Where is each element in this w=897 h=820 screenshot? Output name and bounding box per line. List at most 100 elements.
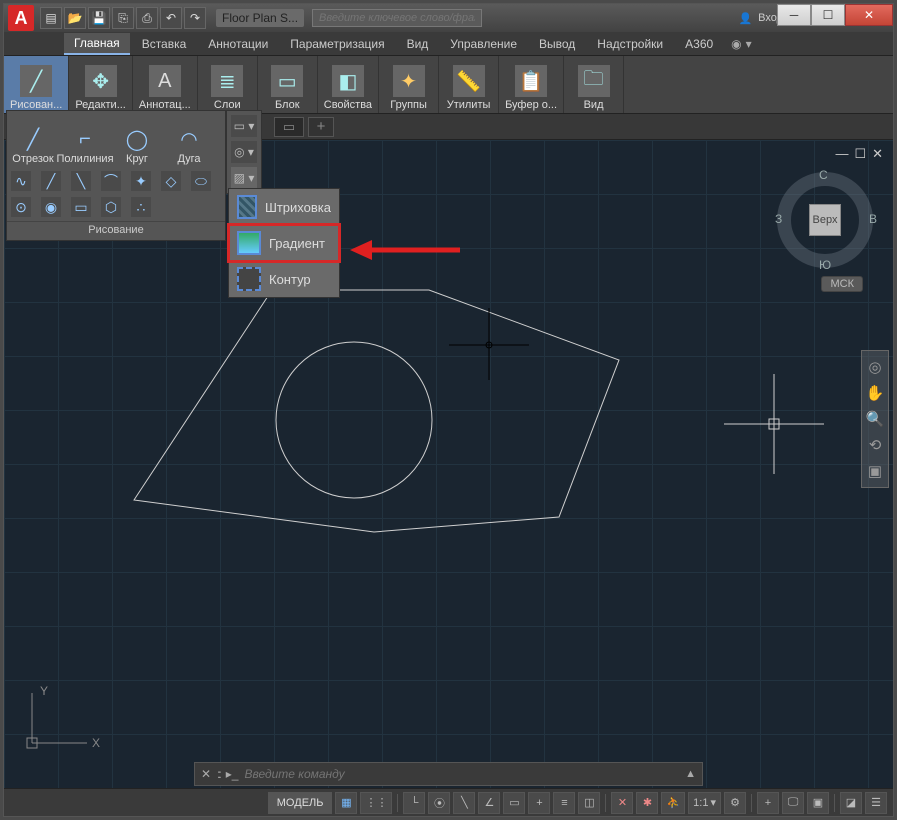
menu-gradient[interactable]: Градиент <box>229 225 339 261</box>
panel-annotate[interactable]: AАннотац... <box>133 56 198 113</box>
qat-saveas-icon[interactable]: ⎘ <box>112 7 134 29</box>
panel-properties[interactable]: ◧Свойства <box>318 56 379 113</box>
panel-clipboard[interactable]: 📋Буфер о... <box>499 56 564 113</box>
titlebar: A ▤ 📂 💾 ⎘ ⎙ ↶ ↷ Floor Plan S... 👤 Вход в… <box>4 4 893 32</box>
boundary-icon <box>237 267 261 291</box>
tool-small-9[interactable]: ◉ <box>41 197 61 217</box>
panel-groups[interactable]: ✦Группы <box>379 56 439 113</box>
tab-ext1-icon[interactable]: ◉ <box>731 37 741 51</box>
status-gear-icon[interactable]: ⚙ <box>724 792 746 814</box>
status-clean-icon[interactable]: ◪ <box>840 792 862 814</box>
status-scale-button[interactable]: 1:1 ▾ <box>688 792 721 814</box>
panel-modify[interactable]: ✥Редакти... <box>69 56 133 113</box>
status-polar-icon[interactable]: ⦿ <box>428 792 450 814</box>
tool-small-12[interactable]: ∴ <box>131 197 151 217</box>
gradient-icon <box>237 231 261 255</box>
status-dyn-icon[interactable]: + <box>528 792 550 814</box>
tab-addins[interactable]: Надстройки <box>587 34 673 54</box>
command-line[interactable]: ✕ :: ▸_ ▲ <box>194 762 703 786</box>
qat-plot-icon[interactable]: ⎙ <box>136 7 158 29</box>
side-rect-icon[interactable]: ▭ ▾ <box>231 115 257 137</box>
menu-hatch[interactable]: Штриховка <box>229 189 339 225</box>
ribbon: ╱Рисован... ✥Редакти... AАннотац... ≣Сло… <box>4 56 893 114</box>
status-human-icon[interactable]: ⛹ <box>661 792 685 814</box>
app-logo[interactable]: A <box>8 5 34 31</box>
doc-tab[interactable]: ▭ <box>274 117 304 137</box>
draw-side-column: ▭ ▾ ◎ ▾ ▨ ▾ <box>226 110 262 194</box>
tool-small-4[interactable]: ⌒ <box>101 171 121 191</box>
window-maximize-icon[interactable]: ☐ <box>811 4 845 26</box>
window-close-icon[interactable]: ✕ <box>845 4 893 26</box>
tab-output[interactable]: Вывод <box>529 34 585 54</box>
cmdline-close-icon[interactable]: ✕ <box>201 767 211 781</box>
status-sel-icon[interactable]: ✕ <box>611 792 633 814</box>
drawing-canvas[interactable]: — ☐ ✕ Верх С Ю В З МСК ◎ ✋ 🔍 ⟲ ▣ <box>4 140 893 816</box>
status-grid-icon[interactable]: ▦ <box>335 792 357 814</box>
status-model-button[interactable]: МОДЕЛЬ <box>268 792 333 814</box>
tool-small-3[interactable]: ╲ <box>71 171 91 191</box>
tab-parametric[interactable]: Параметризация <box>280 34 394 54</box>
status-gizmo-icon[interactable]: ✱ <box>636 792 658 814</box>
window-minimize-icon[interactable]: ─ <box>777 4 811 26</box>
tool-small-11[interactable]: ⬡ <box>101 197 121 217</box>
tab-insert[interactable]: Вставка <box>132 34 197 54</box>
panel-utilities[interactable]: 📏Утилиты <box>439 56 499 113</box>
cmdline-handle-icon[interactable]: :: <box>217 767 220 781</box>
tool-small-6[interactable]: ◇ <box>161 171 181 191</box>
panel-view[interactable]: 🗀Вид <box>564 56 624 113</box>
status-snap-icon[interactable]: ⋮⋮ <box>360 792 392 814</box>
tool-small-2[interactable]: ╱ <box>41 171 61 191</box>
status-bar: МОДЕЛЬ ▦ ⋮⋮ └ ⦿ ╲ ∠ ▭ + ≡ ◫ ✕ ✱ ⛹ 1:1 ▾ … <box>4 788 893 816</box>
side-hatch-dropdown[interactable]: ▨ ▾ <box>231 167 257 189</box>
status-lwt-icon[interactable]: ≡ <box>553 792 575 814</box>
tab-view[interactable]: Вид <box>397 34 439 54</box>
tab-ext2-icon[interactable]: ▾ <box>746 37 752 51</box>
qat-undo-icon[interactable]: ↶ <box>160 7 182 29</box>
cmdline-history-icon[interactable]: ▲ <box>685 768 696 780</box>
status-tpy-icon[interactable]: ◫ <box>578 792 600 814</box>
status-osnap-icon[interactable]: ∠ <box>478 792 500 814</box>
tool-small-5[interactable]: ✦ <box>131 171 151 191</box>
tab-annotate[interactable]: Аннотации <box>198 34 278 54</box>
hatch-dropdown-menu: Штриховка Градиент Контур <box>228 188 340 298</box>
status-plus-icon[interactable]: + <box>757 792 779 814</box>
cmdline-prompt-icon: ▸_ <box>226 767 239 781</box>
panel-draw[interactable]: ╱Рисован... <box>4 56 69 113</box>
tool-small-7[interactable]: ⬭ <box>191 171 211 191</box>
status-otrack-icon[interactable]: ▭ <box>503 792 525 814</box>
status-box-icon[interactable]: ▣ <box>807 792 829 814</box>
tool-circle[interactable]: ◯Круг <box>111 111 163 167</box>
ucs-icon: Y X <box>22 683 102 756</box>
qat-redo-icon[interactable]: ↷ <box>184 7 206 29</box>
signin-icon[interactable]: 👤 <box>738 12 752 25</box>
status-iso-icon[interactable]: ╲ <box>453 792 475 814</box>
status-ortho-icon[interactable]: └ <box>403 792 425 814</box>
side-ellipse-icon[interactable]: ◎ ▾ <box>231 141 257 163</box>
svg-text:X: X <box>92 736 100 750</box>
tool-arc[interactable]: ◠Дуга <box>163 111 215 167</box>
doc-add-button[interactable]: + <box>308 117 334 137</box>
panel-block[interactable]: ▭Блок <box>258 56 318 113</box>
quick-access-toolbar: ▤ 📂 💾 ⎘ ⎙ ↶ ↷ <box>40 7 206 29</box>
tool-small-8[interactable]: ⊙ <box>11 197 31 217</box>
tool-polyline[interactable]: ⌐Полилиния <box>59 111 111 167</box>
tool-small-1[interactable]: ∿ <box>11 171 31 191</box>
menu-boundary[interactable]: Контур <box>229 261 339 297</box>
status-monitor-icon[interactable]: 🖵 <box>782 792 804 814</box>
search-input[interactable] <box>312 9 482 27</box>
ribbon-tabs: Главная Вставка Аннотации Параметризация… <box>4 32 893 56</box>
status-custom-icon[interactable]: ☰ <box>865 792 887 814</box>
command-input[interactable] <box>244 767 679 781</box>
hatch-icon <box>237 195 257 219</box>
tool-line[interactable]: ╱Отрезок <box>7 111 59 167</box>
qat-save-icon[interactable]: 💾 <box>88 7 110 29</box>
panel-layers[interactable]: ≣Слои <box>198 56 258 113</box>
qat-open-icon[interactable]: 📂 <box>64 7 86 29</box>
tab-home[interactable]: Главная <box>64 33 130 55</box>
tab-manage[interactable]: Управление <box>440 34 527 54</box>
qat-new-icon[interactable]: ▤ <box>40 7 62 29</box>
tab-a360[interactable]: A360 <box>675 34 723 54</box>
drawing-geometry <box>4 140 893 816</box>
tool-small-10[interactable]: ▭ <box>71 197 91 217</box>
svg-text:Y: Y <box>40 684 48 698</box>
